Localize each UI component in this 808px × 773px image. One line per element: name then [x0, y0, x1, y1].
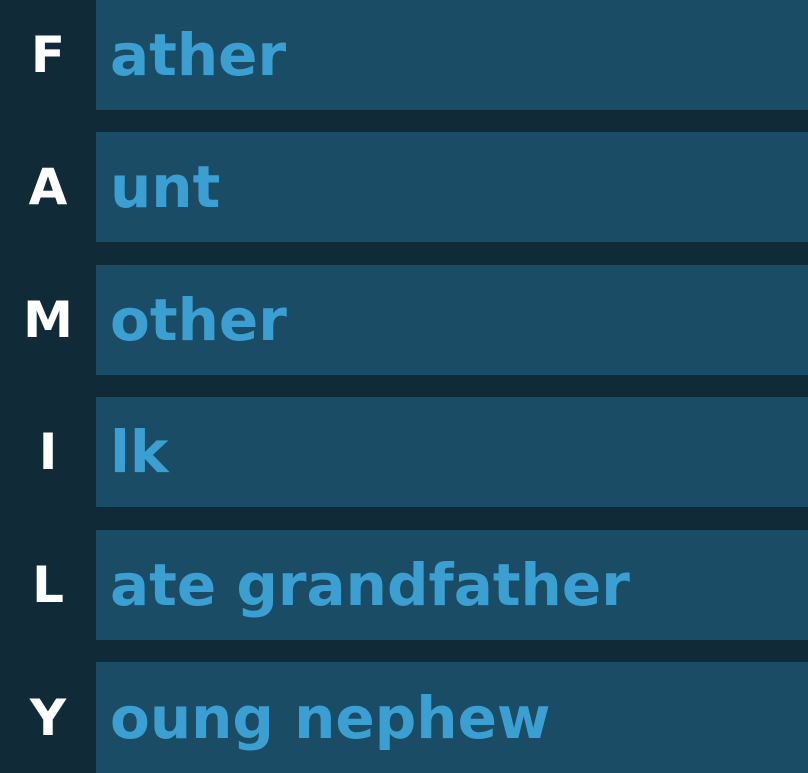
acrostic-row-young-nephew: Y oung nephew: [0, 662, 808, 773]
acrostic-word-remainder: ather: [96, 0, 808, 110]
acrostic-row-mother: M other: [0, 265, 808, 375]
acrostic-row-ilk: I lk: [0, 397, 808, 507]
acrostic-initial-letter: L: [32, 556, 64, 614]
acrostic-word-remainder: ate grandfather: [96, 530, 808, 640]
acrostic-row-father: F ather: [0, 0, 808, 110]
acrostic-initial-letter: Y: [29, 688, 67, 747]
acrostic-initial-letter: M: [23, 291, 73, 349]
acrostic-row-late-grandfather: L ate grandfather: [0, 530, 808, 640]
acrostic-word-remainder: oung nephew: [96, 662, 808, 773]
acrostic-word-remainder: other: [96, 265, 808, 375]
acrostic-initial-letter: A: [28, 158, 68, 216]
acrostic-word-remainder: lk: [96, 397, 808, 507]
acrostic-row-aunt: A unt: [0, 132, 808, 242]
family-acrostic: F ather A unt M other I lk L ate grandfa…: [0, 0, 808, 773]
acrostic-initial-letter: F: [30, 26, 66, 84]
acrostic-initial-letter: I: [38, 423, 58, 481]
acrostic-word-remainder: unt: [96, 132, 808, 242]
